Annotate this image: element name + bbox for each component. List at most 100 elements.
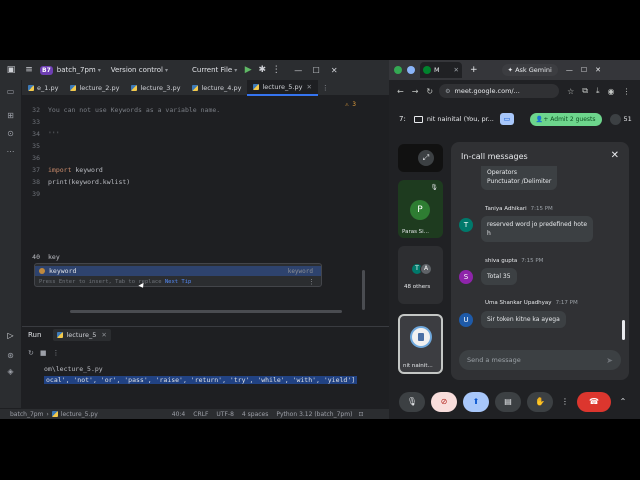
more-options-icon[interactable]: ⋮ <box>559 392 571 412</box>
browser-menu-icon[interactable]: ⋮ <box>623 87 631 96</box>
meet-favicon-icon <box>423 66 431 74</box>
project-selector[interactable]: batch_7pm <box>57 66 96 74</box>
chat-scrollbar[interactable] <box>622 320 625 340</box>
vcs-selector[interactable]: Version control <box>111 66 163 74</box>
stop-icon[interactable]: ■ <box>40 349 47 357</box>
python-file-icon <box>70 84 77 91</box>
reload-icon[interactable]: ↻ <box>426 87 433 96</box>
code-editor[interactable]: ⚠ 3 You can not use Keywords as a variab… <box>34 96 366 316</box>
expand-icon[interactable]: ⤢ <box>418 150 434 166</box>
code-line-comment: You can not use Keywords as a variable n… <box>48 106 221 114</box>
participant-tile-paras[interactable]: 🎙 P Paras Si... <box>398 180 443 238</box>
ide-status-bar: batch_7pm › lecture_5.py 40:4 CRLF UTF-8… <box>0 408 389 419</box>
browser-tab-meet[interactable]: M ✕ <box>420 62 462 78</box>
structure-icon[interactable]: ⊞ <box>5 110 16 121</box>
ask-gemini-button[interactable]: ✦ Ask Gemini <box>501 64 558 76</box>
maximize-icon[interactable]: ☐ <box>581 66 587 74</box>
commit-icon[interactable]: ⊙ <box>5 128 16 139</box>
tab-lecture-1[interactable]: e_1.py <box>22 80 64 96</box>
hamburger-menu-icon[interactable]: ≡ <box>22 63 36 77</box>
admit-guests-button[interactable]: 👤+ Admit 2 guests <box>529 112 602 126</box>
folder-icon[interactable]: ▭ <box>5 86 16 97</box>
ide-window: ▣ ≡ B7 batch_7pm ▾ Version control ▾ Cur… <box>0 60 389 419</box>
status-indent[interactable]: 4 spaces <box>242 411 268 418</box>
message-bubble: Operators Punctuator /Delimiter <box>481 166 558 190</box>
presenting-icon[interactable]: ▭ <box>499 113 514 125</box>
participant-tile-others[interactable]: T A 48 others <box>398 246 443 304</box>
rerun-icon[interactable]: ↻ <box>28 349 34 357</box>
status-position[interactable]: 40:4 <box>172 411 185 418</box>
tab-lecture-4[interactable]: lecture_4.py <box>186 80 247 96</box>
leave-call-button[interactable]: ☎ <box>577 392 611 412</box>
status-interpreter[interactable]: Python 3.12 (batch_7pm) <box>276 411 352 418</box>
address-bar[interactable]: ⚙ meet.google.com/... <box>439 84 560 98</box>
status-project[interactable]: batch_7pm <box>10 411 43 418</box>
site-info-icon[interactable]: ⚙ <box>445 88 450 95</box>
more-tools-icon[interactable]: ⋯ <box>5 146 16 157</box>
layers-icon[interactable]: ◈ <box>5 366 16 377</box>
meeting-title[interactable]: nit nainital (You, pr... <box>413 115 494 123</box>
raise-hand-button[interactable]: ✋ <box>527 392 553 412</box>
presentation-icon <box>413 115 423 123</box>
screen-share-tile[interactable]: ⤢ <box>398 144 443 172</box>
debug-icon[interactable]: ✱ <box>255 63 269 77</box>
chevron-up-icon[interactable]: ⌃ <box>617 392 629 412</box>
status-encoding[interactable]: UTF-8 <box>216 411 234 418</box>
new-tab-icon[interactable]: + <box>470 65 478 75</box>
close-icon[interactable]: ✕ <box>325 66 343 75</box>
minimize-icon[interactable]: — <box>566 66 573 74</box>
camera-off-button[interactable]: ⊘ <box>431 392 457 412</box>
message-bubble: Sir token kitne ka ayega <box>481 311 566 328</box>
mic-button[interactable]: 🎙 <box>399 392 425 412</box>
tabs-more-icon[interactable]: ⋮ <box>322 84 329 92</box>
python-packages-icon[interactable]: ⊛ <box>5 350 16 361</box>
chevron-down-icon: ▾ <box>97 66 101 74</box>
screen: ▣ ≡ B7 batch_7pm ▾ Version control ▾ Cur… <box>0 0 640 480</box>
avatar: T <box>459 218 473 232</box>
profile-icon[interactable]: ◉ <box>608 87 615 96</box>
people-button[interactable]: 51 <box>609 113 632 125</box>
browser-tab-strip: M ✕ + ✦ Ask Gemini — ☐ ✕ <box>389 60 640 80</box>
lock-icon[interactable]: ⊡ <box>358 411 363 418</box>
browser-window: M ✕ + ✦ Ask Gemini — ☐ ✕ ← → ↻ ⚙ meet.goo… <box>389 60 640 419</box>
status-line-separator[interactable]: CRLF <box>193 411 208 418</box>
participant-tile-nainital[interactable]: nit nainit... <box>398 314 443 374</box>
vertical-scrollbar[interactable] <box>362 270 365 310</box>
status-file[interactable]: lecture_5.py <box>61 411 98 418</box>
close-icon[interactable]: ✕ <box>611 150 619 161</box>
ide-title-bar: ▣ ≡ B7 batch_7pm ▾ Version control ▾ Cur… <box>0 60 389 80</box>
popup-more-icon[interactable]: ⋮ <box>308 278 315 286</box>
more-icon[interactable]: ⋮ <box>269 63 283 77</box>
autocomplete-item[interactable]: keyword keyword <box>35 266 321 276</box>
warning-indicator[interactable]: ⚠ 3 <box>345 101 356 108</box>
next-tip-link[interactable]: Next Tip <box>165 279 192 285</box>
tab-lecture-2[interactable]: lecture_2.py <box>64 80 125 96</box>
run-tab[interactable]: lecture_5 ✕ <box>53 329 111 341</box>
tab-favicon-icon <box>407 66 415 74</box>
close-tab-icon[interactable]: ✕ <box>306 83 311 91</box>
forward-icon[interactable]: → <box>412 87 419 96</box>
minimize-icon[interactable]: — <box>289 66 307 75</box>
maximize-icon[interactable]: ☐ <box>307 66 325 75</box>
extensions-icon[interactable]: ⧉ <box>582 86 588 96</box>
present-button[interactable]: ⬆ <box>463 392 489 412</box>
bookmark-icon[interactable]: ☆ <box>567 87 574 96</box>
horizontal-scrollbar[interactable] <box>70 310 342 313</box>
tab-lecture-3[interactable]: lecture_3.py <box>125 80 186 96</box>
send-icon[interactable]: ➤ <box>606 356 613 365</box>
captions-button[interactable]: ▤ <box>495 392 521 412</box>
run-icon[interactable]: ▶ <box>241 63 255 77</box>
python-file-icon <box>57 332 64 338</box>
more-icon[interactable]: ⋮ <box>53 349 60 357</box>
participant-name: nit nainit... <box>403 363 433 369</box>
autocomplete-popup: keyword keyword Press Enter to insert, T… <box>34 263 322 287</box>
close-icon[interactable]: ✕ <box>101 331 106 339</box>
run-tool-icon[interactable]: ▷ <box>5 330 16 341</box>
close-icon[interactable]: ✕ <box>595 66 601 74</box>
message-input[interactable]: Send a message ➤ <box>459 350 621 370</box>
tab-lecture-5[interactable]: lecture_5.py ✕ <box>247 79 318 96</box>
download-icon[interactable]: ⤓ <box>596 86 600 96</box>
run-config-selector[interactable]: Current File <box>192 66 232 74</box>
back-icon[interactable]: ← <box>397 87 404 96</box>
close-tab-icon[interactable]: ✕ <box>454 66 459 74</box>
